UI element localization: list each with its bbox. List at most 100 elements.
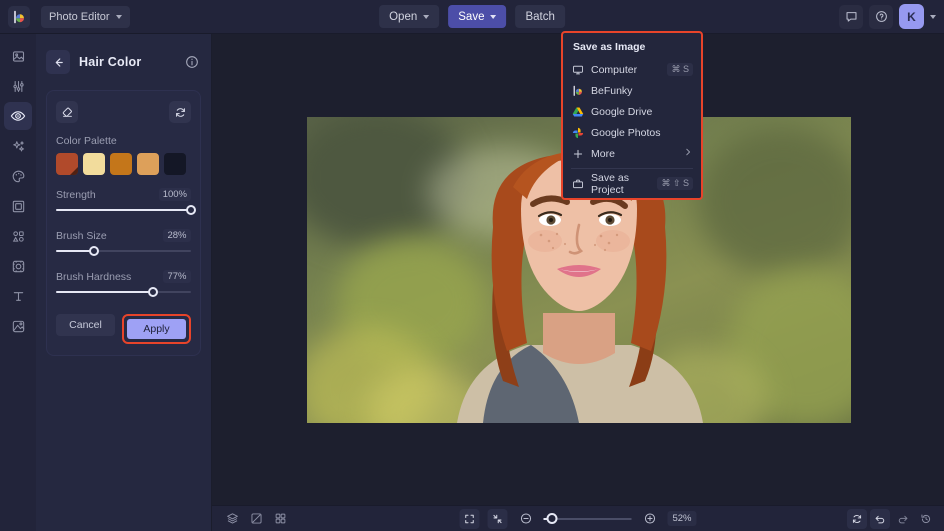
brush-size-slider[interactable]: [56, 245, 191, 257]
undo-button[interactable]: [870, 508, 890, 529]
refresh-button[interactable]: [847, 508, 867, 529]
sidebar-item-textures[interactable]: [4, 252, 32, 280]
panel-actions: Cancel Apply: [56, 314, 191, 344]
menu-item-befunky[interactable]: BeFunky: [563, 80, 701, 101]
color-swatch-0[interactable]: [56, 153, 78, 175]
bottom-toolbar: 52%: [212, 505, 944, 531]
befunky-icon: [571, 85, 584, 97]
color-swatch-2[interactable]: [110, 153, 132, 175]
color-swatch-4[interactable]: [164, 153, 186, 175]
redo-button[interactable]: [893, 509, 913, 529]
account-chevron-down-icon[interactable]: [930, 14, 936, 19]
fit-screen-button[interactable]: [459, 508, 480, 529]
top-toolbar: Photo Editor Open Save Batch K: [0, 0, 944, 34]
batch-label: Batch: [525, 10, 555, 23]
grid-button[interactable]: [270, 509, 290, 529]
briefcase-icon: [571, 178, 584, 190]
brush-hardness-value: 77%: [163, 270, 191, 283]
tool-panel: Hair Color Color Palette Strength 100% B…: [36, 34, 212, 531]
reset-button[interactable]: [169, 101, 191, 123]
brush-size-value: 28%: [163, 229, 191, 242]
sidebar-item-overlays[interactable]: [4, 312, 32, 340]
save-button[interactable]: Save: [448, 5, 507, 28]
product-switcher-button[interactable]: Photo Editor: [41, 5, 130, 28]
brush-hardness-slider[interactable]: [56, 286, 191, 298]
zoom-in-button[interactable]: [639, 509, 659, 529]
menu-item-google-photos[interactable]: Google Photos: [563, 122, 701, 143]
eraser-button[interactable]: [56, 101, 78, 123]
sidebar-item-edit[interactable]: [4, 42, 32, 70]
save-menu: Save as Image Computer ⌘ S BeFunky Googl…: [561, 31, 703, 200]
strength-slider[interactable]: [56, 204, 196, 216]
sidebar-item-frames[interactable]: [4, 192, 32, 220]
brush-hardness-label: Brush Hardness: [56, 270, 132, 283]
open-button[interactable]: Open: [379, 5, 440, 28]
menu-divider: [571, 168, 693, 169]
brush-size-row: Brush Size 28%: [56, 229, 191, 242]
menu-item-more[interactable]: More: [563, 143, 701, 164]
brush-hardness-row: Brush Hardness 77%: [56, 270, 191, 283]
slider-knob[interactable]: [148, 287, 159, 297]
help-button[interactable]: [869, 4, 893, 29]
slider-knob[interactable]: [88, 246, 99, 256]
actual-size-button[interactable]: [487, 508, 508, 529]
slider-knob[interactable]: [186, 205, 196, 215]
open-label: Open: [389, 10, 418, 23]
menu-item-shortcut: ⌘ ⇧ S: [657, 177, 693, 190]
menu-item-label: Computer: [591, 63, 638, 76]
slider-fill: [56, 209, 191, 211]
product-switcher-label: Photo Editor: [49, 10, 110, 23]
color-swatch-3[interactable]: [137, 153, 159, 175]
zoom-level: 52%: [667, 511, 697, 526]
menu-item-computer[interactable]: Computer ⌘ S: [563, 59, 701, 80]
sidebar-item-text[interactable]: [4, 282, 32, 310]
chevron-down-icon: [490, 14, 497, 19]
top-right-actions: K: [839, 4, 936, 29]
info-icon[interactable]: [183, 53, 201, 71]
google-photos-icon: [571, 127, 584, 139]
cancel-button[interactable]: Cancel: [56, 314, 115, 336]
back-button[interactable]: [46, 50, 70, 74]
zoom-controls: 52%: [459, 508, 697, 529]
sidebar-item-artsy[interactable]: [4, 162, 32, 190]
chevron-right-icon: [683, 147, 693, 160]
apply-button[interactable]: Apply: [127, 319, 186, 339]
sidebar-item-adjust[interactable]: [4, 72, 32, 100]
history-controls: [847, 508, 936, 529]
color-palette: [56, 153, 191, 175]
compare-button[interactable]: [246, 509, 266, 529]
sidebar-item-graphics[interactable]: [4, 222, 32, 250]
befunky-logo-icon[interactable]: [8, 5, 30, 28]
feedback-button[interactable]: [839, 4, 863, 29]
sidebar-item-effects[interactable]: [4, 132, 32, 160]
apply-button-highlight: Apply: [122, 314, 191, 344]
strength-label: Strength: [56, 188, 96, 201]
top-actions: Open Save Batch: [379, 5, 565, 28]
zoom-out-button[interactable]: [515, 509, 535, 529]
color-palette-label: Color Palette: [56, 135, 117, 147]
menu-item-label: Save as Project: [591, 171, 629, 196]
zoom-slider[interactable]: [543, 512, 632, 525]
menu-item-label: Google Photos: [591, 126, 661, 139]
card-tools-row: [56, 101, 191, 123]
strength-row: Strength 100%: [56, 188, 191, 201]
layers-button[interactable]: [222, 509, 242, 529]
chevron-down-icon: [115, 14, 122, 19]
save-label: Save: [458, 10, 485, 23]
left-tool-rail: [0, 34, 36, 531]
menu-item-label: BeFunky: [591, 84, 633, 97]
plus-icon: [571, 148, 584, 160]
sidebar-item-retouch[interactable]: [4, 102, 32, 130]
color-swatch-1[interactable]: [83, 153, 105, 175]
menu-item-google-drive[interactable]: Google Drive: [563, 101, 701, 122]
menu-item-save-as-project[interactable]: Save as Project ⌘ ⇧ S: [563, 171, 701, 196]
monitor-icon: [571, 64, 584, 76]
google-drive-icon: [571, 106, 584, 118]
brush-size-label: Brush Size: [56, 229, 107, 242]
menu-item-label: Google Drive: [591, 105, 653, 118]
app-window: Photo Editor Open Save Batch K Hair Colo…: [0, 0, 944, 531]
batch-button[interactable]: Batch: [515, 5, 565, 28]
avatar[interactable]: K: [899, 4, 924, 29]
history-button[interactable]: [916, 509, 936, 529]
zoom-slider-knob[interactable]: [546, 512, 558, 524]
